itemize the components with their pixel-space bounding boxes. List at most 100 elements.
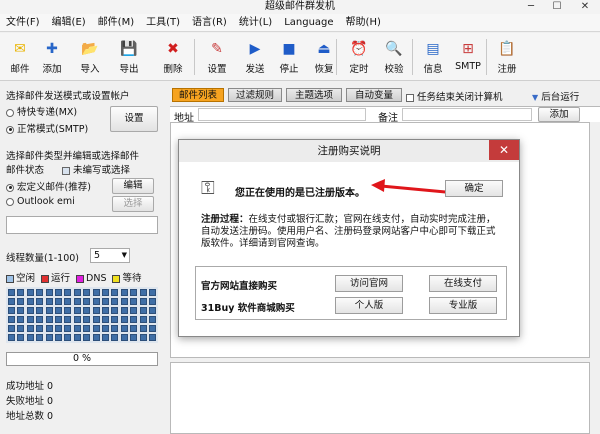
outlook-mail-radio[interactable]: Outlook emi bbox=[6, 196, 75, 207]
menu-item[interactable]: 帮助(H) bbox=[340, 14, 387, 32]
close-icon[interactable]: ✕ bbox=[489, 140, 519, 160]
unedited-checkbox[interactable]: 未编写或选择 bbox=[62, 162, 130, 176]
stop-icon: ■ bbox=[282, 41, 296, 57]
toolbar-button-stop[interactable]: ■ 停止 bbox=[274, 37, 304, 79]
thread-cell bbox=[64, 325, 72, 332]
thread-cell bbox=[102, 325, 109, 332]
toolbar-button-register[interactable]: 📋 注册 bbox=[492, 37, 522, 79]
thread-cell bbox=[73, 298, 81, 305]
tab-mail-list[interactable]: 邮件列表 bbox=[172, 88, 224, 102]
fail-value: 0 bbox=[47, 396, 54, 407]
shutdown-checkbox[interactable]: 任务结束关闭计算机 bbox=[406, 89, 503, 103]
tab-bar: 邮件列表 过滤规则 主题选项 自动变量 任务结束关闭计算机 ▼ 后台运行 bbox=[170, 88, 600, 103]
address-input[interactable] bbox=[198, 108, 366, 121]
toolbar-button-add[interactable]: ✚ 添加 bbox=[36, 37, 68, 79]
mode-normal-radio[interactable]: 正常模式(SMTP) bbox=[6, 121, 88, 135]
personal-edition-button[interactable]: 个人版 bbox=[335, 297, 403, 314]
toolbar-label: 停止 bbox=[279, 64, 299, 75]
thread-cell bbox=[139, 298, 147, 305]
threads-input[interactable]: 5 ▼ bbox=[90, 248, 130, 263]
toolbar-button-import[interactable]: 📂 导入 bbox=[70, 37, 110, 79]
toolbar-button-settings[interactable]: ✎ 设置 bbox=[200, 37, 234, 79]
thread-cell bbox=[45, 325, 53, 332]
thread-cell bbox=[45, 289, 53, 296]
ok-button[interactable]: 确定 bbox=[445, 180, 503, 197]
thread-cell bbox=[73, 289, 81, 296]
thread-cell bbox=[120, 307, 128, 314]
edit-button[interactable]: 编辑 bbox=[112, 178, 154, 194]
minimize-button[interactable]: ─ bbox=[520, 0, 542, 14]
toolbar-button-export[interactable]: 💾 导出 bbox=[112, 37, 146, 79]
visit-site-button[interactable]: 访问官网 bbox=[335, 275, 403, 292]
toolbar-button-verify[interactable]: 🔍 校验 bbox=[378, 37, 410, 79]
settings-button[interactable]: 设置 bbox=[110, 106, 158, 132]
toolbar-button-info[interactable]: ▤ 信息 bbox=[418, 37, 448, 79]
menu-item[interactable]: 工具(T) bbox=[140, 14, 186, 32]
legend-swatch bbox=[6, 274, 14, 283]
menu-item[interactable]: Language bbox=[278, 14, 339, 32]
unedited-label: 未编写或选择 bbox=[73, 165, 131, 176]
thread-cell bbox=[17, 307, 25, 314]
toolbar-button-clock[interactable]: ⏰ 定时 bbox=[344, 37, 374, 79]
note-input[interactable] bbox=[402, 108, 532, 121]
process-text-block: 注册过程：在线支付或银行汇款；官网在线支付，自动实时完成注册，自动发送注册码。使… bbox=[201, 214, 501, 250]
legend-swatch bbox=[41, 274, 50, 283]
menu-item[interactable]: 文件(F) bbox=[0, 14, 46, 32]
thread-cell bbox=[130, 298, 138, 305]
threads-label: 线程数量(1-100) bbox=[6, 253, 80, 264]
legend-item: 运行 bbox=[41, 273, 70, 284]
add-button[interactable]: 添加 bbox=[538, 107, 580, 122]
toolbar-label: 导出 bbox=[119, 64, 139, 75]
mail-path-field[interactable] bbox=[6, 216, 158, 234]
menu-item[interactable]: 统计(L) bbox=[233, 14, 278, 32]
send-mode-title: 选择邮件发送模式或设置帐户 bbox=[6, 91, 130, 102]
maximize-button[interactable]: ☐ bbox=[546, 0, 568, 14]
pro-edition-button[interactable]: 专业版 bbox=[429, 297, 497, 314]
dialog-title: 注册购买说明 bbox=[317, 145, 381, 157]
close-window-button[interactable]: ✕ bbox=[574, 0, 596, 14]
import-icon: 📂 bbox=[81, 41, 99, 57]
tab-filter-rules[interactable]: 过滤规则 bbox=[228, 88, 282, 102]
thread-cell bbox=[55, 289, 62, 296]
custom-mail-radio[interactable]: 宏定义邮件(推荐) bbox=[6, 179, 91, 193]
online-pay-button[interactable]: 在线支付 bbox=[429, 275, 497, 292]
thread-cell bbox=[120, 316, 128, 323]
tab-auto-variables[interactable]: 自动变量 bbox=[346, 88, 402, 102]
toolbar-button-send[interactable]: ▶ 发送 bbox=[240, 37, 270, 79]
thread-cell bbox=[149, 334, 156, 341]
legend-item: 等待 bbox=[112, 273, 142, 284]
info-icon: ▤ bbox=[426, 41, 440, 57]
toolbar-button-smtp[interactable]: ⊞ SMTP bbox=[452, 37, 484, 79]
thread-cell bbox=[139, 307, 147, 314]
tab-subject-options[interactable]: 主题选项 bbox=[286, 88, 342, 102]
thread-cell bbox=[120, 298, 128, 305]
toolbar-button-envelope[interactable]: ✉ 邮件 bbox=[4, 37, 36, 79]
thread-cell bbox=[8, 307, 15, 314]
menu-item[interactable]: 邮件(M) bbox=[92, 14, 140, 32]
dialog-title-bar: 注册购买说明 ✕ bbox=[179, 140, 519, 162]
menu-item[interactable]: 语言(R) bbox=[186, 14, 233, 32]
send-icon: ▶ bbox=[249, 41, 261, 57]
thread-cell bbox=[36, 307, 44, 314]
toolbar-label: 添加 bbox=[42, 64, 62, 75]
keys-icon: ⚿ bbox=[201, 178, 215, 199]
dialog-message: 您正在使用的是已注册版本。 bbox=[235, 188, 365, 199]
background-run-toggle[interactable]: ▼ 后台运行 bbox=[532, 89, 579, 103]
thread-cell bbox=[8, 325, 15, 332]
thread-cell bbox=[130, 289, 138, 296]
mode-fast-radio[interactable]: 特快专递(MX) bbox=[6, 104, 77, 118]
add-icon: ✚ bbox=[46, 41, 58, 57]
thread-legend: 空闲 运行 DNS 等待 bbox=[6, 270, 148, 284]
menu-item[interactable]: 编辑(E) bbox=[46, 14, 92, 32]
checkbox-icon bbox=[406, 93, 414, 102]
thread-cell bbox=[73, 307, 81, 314]
thread-cell bbox=[111, 307, 119, 314]
mode-normal-label: 正常模式(SMTP) bbox=[17, 124, 89, 135]
thread-cell bbox=[102, 316, 109, 323]
toolbar-button-delete[interactable]: ✖ 删除 bbox=[150, 37, 196, 79]
select-button[interactable]: 选择 bbox=[112, 196, 154, 212]
toolbar-label: 校验 bbox=[384, 64, 404, 75]
thread-cell bbox=[17, 316, 25, 323]
thread-cell bbox=[111, 289, 119, 296]
thread-cell bbox=[92, 325, 100, 332]
